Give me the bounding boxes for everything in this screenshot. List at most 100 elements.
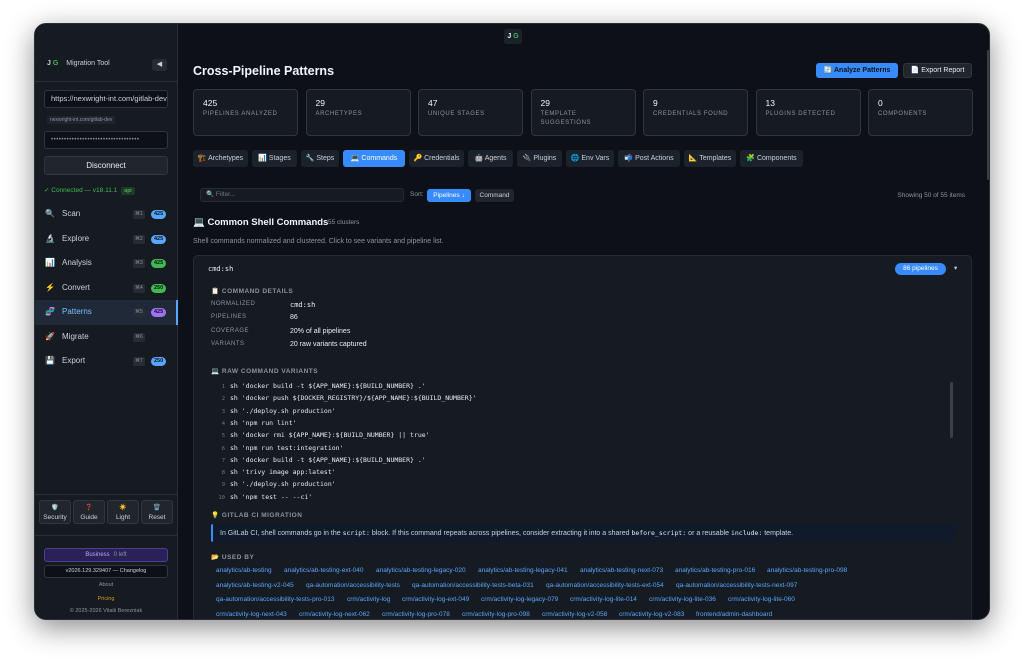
tab-env-vars[interactable]: 🌐 Env Vars xyxy=(566,150,614,167)
pipeline-link[interactable]: qa-automation/accessibility-tests-ext-05… xyxy=(546,582,664,589)
reset-button[interactable]: 🗑️ Reset xyxy=(141,500,173,524)
tab-steps[interactable]: 🔧 Steps xyxy=(301,150,339,167)
security-icon: 🛡️ xyxy=(51,505,59,511)
sort-pipelines-button[interactable]: Pipelines ↓ xyxy=(427,189,471,202)
tool-label: Reset xyxy=(148,514,166,521)
pipeline-link[interactable]: analytics/ab-testing-next-073 xyxy=(580,567,663,574)
pipeline-link[interactable]: analytics/ab-testing-pro-016 xyxy=(675,567,755,574)
migration-tip: In GitLab CI, shell commands go in the s… xyxy=(211,524,955,542)
tab-plugins[interactable]: 🔌 Plugins xyxy=(517,150,562,167)
pipeline-link[interactable]: qa-automation/accessibility-tests-next-0… xyxy=(676,582,797,589)
tab-credentials[interactable]: 🔑 Credentials xyxy=(409,150,464,167)
used-by-heading: 📂 USED BY xyxy=(211,554,255,561)
code-line: 8 sh 'trivy image app:latest' xyxy=(211,466,336,478)
plan-badge[interactable]: Business 0 left xyxy=(44,548,168,562)
detail-key: VARIANTS xyxy=(211,340,245,347)
main-scrollbar[interactable] xyxy=(987,50,989,180)
version-changelog-link[interactable]: v2026.129.329407 — Changelog xyxy=(44,565,168,578)
code-line: 4 sh 'npm run lint' xyxy=(211,417,297,429)
sidebar-item-analysis[interactable]: 📊 Analysis ⌘3 425 xyxy=(35,251,178,276)
tab-agents[interactable]: 🤖 Agents xyxy=(468,150,513,167)
command-text: sh './deploy.sh production' xyxy=(230,406,336,415)
sidebar-item-explore[interactable]: 🔬 Explore ⌘2 425 xyxy=(35,227,178,252)
pipeline-link[interactable]: analytics/ab-testing-legacy-020 xyxy=(376,567,466,574)
section-description: Shell commands normalized and clustered.… xyxy=(193,238,444,245)
about-link[interactable]: About xyxy=(44,580,168,591)
stat-label: COMPONENTS xyxy=(878,111,928,117)
pipeline-link[interactable]: crm/activity-log-next-062 xyxy=(299,611,370,618)
pipeline-link[interactable]: crm/activity-log-legacy-079 xyxy=(481,596,558,603)
stat-card: 425 PIPELINES ANALYZED xyxy=(193,89,298,136)
pipeline-link[interactable]: analytics/ab-testing-pro-098 xyxy=(767,567,847,574)
pipeline-link[interactable]: crm/activity-log-lite-036 xyxy=(649,596,716,603)
detail-key: PIPELINES xyxy=(211,314,247,321)
sidebar-item-migrate[interactable]: 🚀 Migrate ⌘6 xyxy=(35,325,178,350)
main-content: Cross-Pipeline Patterns 🔄 Analyze Patter… xyxy=(179,24,989,619)
connection-status: ✓ Connected — v18.11.1 api xyxy=(44,186,135,195)
count-badge: 425 xyxy=(151,308,167,317)
pipeline-link[interactable]: analytics/ab-testing-v2-045 xyxy=(216,582,294,589)
sidebar-item-label: Scan xyxy=(62,209,81,218)
security-button[interactable]: 🛡️ Security xyxy=(39,500,71,524)
collapse-chevron-icon[interactable]: ▾ xyxy=(954,264,957,272)
tab-archetypes[interactable]: 🏗️ Archetypes xyxy=(193,150,248,167)
pipeline-link[interactable]: crm/activity-log-pro-078 xyxy=(382,611,450,618)
pipeline-link[interactable]: crm/activity-log-ext-049 xyxy=(402,596,469,603)
disconnect-button[interactable]: Disconnect xyxy=(44,156,168,175)
pipeline-link[interactable]: analytics/ab-testing-legacy-041 xyxy=(478,567,568,574)
pipeline-link[interactable]: crm/activity-log-v2-058 xyxy=(542,611,607,618)
sidebar-item-convert[interactable]: ⚡ Convert ⌘4 250 xyxy=(35,276,178,301)
stat-card: 0 COMPONENTS xyxy=(868,89,973,136)
detail-value: 20% of all pipelines xyxy=(290,327,351,335)
nav-icon: 📊 xyxy=(45,258,55,267)
detail-key: NORMALIZED xyxy=(211,301,256,307)
tool-label: Guide xyxy=(80,514,98,521)
tab-post-actions[interactable]: 📬 Post Actions xyxy=(618,150,680,167)
stat-value: 0 xyxy=(878,98,883,108)
pipeline-link[interactable]: analytics/ab-testing xyxy=(216,567,272,574)
pipeline-link[interactable]: crm/activity-log-pro-098 xyxy=(462,611,530,618)
light-button[interactable]: ☀️ Light xyxy=(107,500,139,524)
stat-label: PLUGINS DETECTED xyxy=(765,111,836,117)
sidebar-item-scan[interactable]: 🔍 Scan ⌘1 425 xyxy=(35,202,178,227)
gitlab-url-input[interactable]: https://nexwright-int.com/gitlab-dev xyxy=(44,90,168,108)
pricing-link[interactable]: Pricing xyxy=(44,594,168,605)
sidebar-item-label: Migrate xyxy=(62,331,89,341)
stat-label: ARCHETYPES xyxy=(315,111,363,117)
command-text: sh 'npm test -- --ci' xyxy=(230,492,313,500)
nav-icon: 💾 xyxy=(45,356,55,365)
guide-button[interactable]: ❓ Guide xyxy=(73,500,105,524)
sidebar-item-patterns[interactable]: 🧬 Patterns ⌘5 425 xyxy=(35,300,178,325)
tab-stages[interactable]: 📊 Stages xyxy=(252,150,297,167)
token-input[interactable]: •••••••••••••••••••••••••••••••••• xyxy=(44,131,168,149)
export-report-button[interactable]: 📄 Export Report xyxy=(903,63,972,78)
tool-label: Security xyxy=(43,514,67,521)
pipeline-link[interactable]: crm/activity-log-lite-060 xyxy=(728,596,795,603)
pipeline-link[interactable]: crm/activity-log xyxy=(347,596,390,603)
collapse-sidebar-button[interactable]: ◀ xyxy=(152,59,167,71)
tab-commands[interactable]: 💻 Commands xyxy=(343,150,405,167)
code-line: 1 sh 'docker build -t ${APP_NAME}:${BUILD… xyxy=(211,380,426,392)
nav-icon: 🔬 xyxy=(45,233,55,243)
pipeline-link[interactable]: crm/activity-log-v2-083 xyxy=(619,611,684,618)
command-text: sh 'docker build -t ${APP_NAME}:${BUILD_… xyxy=(230,382,426,390)
pipeline-link[interactable]: qa-automation/accessibility-tests xyxy=(306,582,400,589)
command-card[interactable]: cmd:sh 86 pipelines ▾ 📋 COMMAND DETAILS … xyxy=(193,255,972,619)
filter-input[interactable]: 🔍 Filter... xyxy=(200,188,404,202)
analyze-patterns-button[interactable]: 🔄 Analyze Patterns xyxy=(816,63,898,78)
pipeline-link[interactable]: crm/activity-log-lite-014 xyxy=(570,596,637,603)
command-text: sh 'docker push ${DOCKER_REGISTRY}/${APP… xyxy=(230,394,477,403)
pipeline-link[interactable]: frontend/admin-dashboard xyxy=(696,611,772,618)
code-scrollbar[interactable] xyxy=(950,382,953,438)
divider xyxy=(35,535,178,536)
tab-components[interactable]: 🧩 Components xyxy=(740,150,803,167)
shortcut-key: ⌘3 xyxy=(133,259,145,268)
reset-icon: 🗑️ xyxy=(153,505,161,511)
pipeline-link[interactable]: qa-automation/accessibility-tests-beta-0… xyxy=(412,582,534,589)
pipeline-link[interactable]: analytics/ab-testing-ext-040 xyxy=(284,567,364,574)
tab-templates[interactable]: 📐 Templates xyxy=(684,150,736,167)
pipeline-link[interactable]: qa-automation/accessibility-tests-pro-01… xyxy=(216,596,335,603)
pipeline-link[interactable]: crm/activity-log-next-043 xyxy=(216,611,287,618)
sidebar-item-export[interactable]: 💾 Export ⌘7 250 xyxy=(35,349,178,374)
sort-command-button[interactable]: Command xyxy=(475,189,514,202)
